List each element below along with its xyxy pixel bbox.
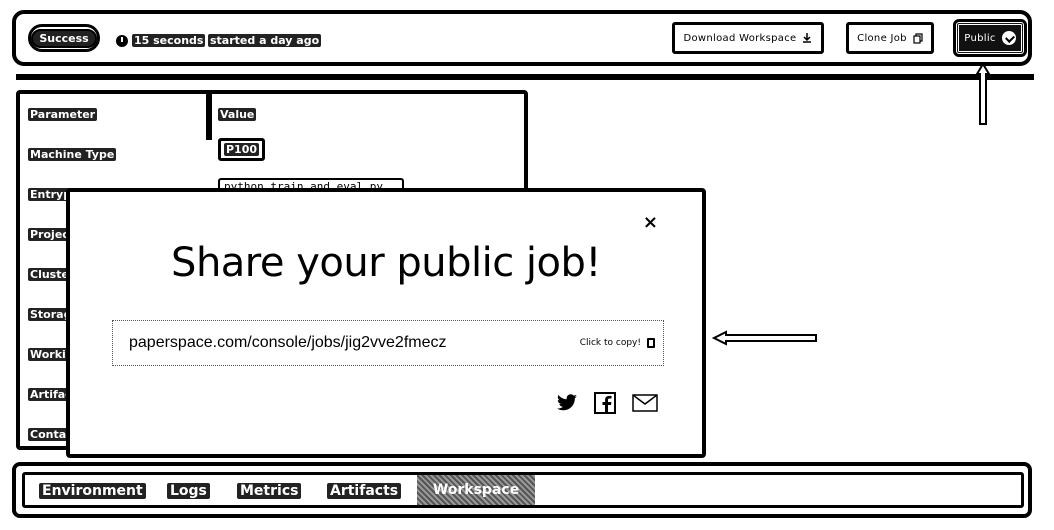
status-label: Success xyxy=(31,28,97,48)
share-url[interactable]: paperspace.com/console/jobs/jig2vve2fmec… xyxy=(113,334,580,352)
clone-job-label: Clone Job xyxy=(857,32,907,44)
tab-label: Artifacts xyxy=(327,483,402,499)
column-divider xyxy=(206,94,212,140)
annotation-arrow-up xyxy=(976,62,990,125)
started-time: started a day ago xyxy=(208,34,322,47)
duration-label: 15 seconds xyxy=(132,34,206,47)
param-label: Machine Type xyxy=(28,148,117,161)
modal-title: Share your public job! xyxy=(171,240,601,286)
share-modal: × Share your public job! paperspace.com/… xyxy=(66,188,706,458)
column-header-parameter: Parameter xyxy=(28,108,98,121)
job-tabs-bar: Environment Logs Metrics Artifacts Works… xyxy=(12,462,1032,518)
clone-icon xyxy=(913,32,923,44)
download-workspace-button[interactable]: Download Workspace xyxy=(672,22,824,54)
clipboard-icon xyxy=(647,338,655,348)
share-link-field[interactable]: paperspace.com/console/jobs/jig2vve2fmec… xyxy=(112,320,664,366)
tab-workspace[interactable]: Workspace xyxy=(417,475,535,505)
check-badge-icon xyxy=(1001,31,1016,45)
facebook-icon[interactable] xyxy=(594,392,616,414)
copy-hint-label: Click to copy! xyxy=(579,338,641,348)
tab-logs[interactable]: Logs xyxy=(167,483,210,499)
download-icon xyxy=(803,33,812,43)
annotation-arrow-left xyxy=(712,330,817,346)
close-icon[interactable]: × xyxy=(643,212,658,233)
tab-label: Metrics xyxy=(237,483,302,499)
parameter-header-text: Parameter xyxy=(28,108,98,121)
tab-metrics[interactable]: Metrics xyxy=(237,483,302,499)
copy-link-button[interactable]: Click to copy! xyxy=(580,338,655,348)
tabs-container: Environment Logs Metrics Artifacts Works… xyxy=(22,472,1024,508)
download-workspace-label: Download Workspace xyxy=(683,32,797,44)
machine-type-value: P100 xyxy=(218,138,266,161)
social-share-group xyxy=(556,392,658,414)
clock-icon xyxy=(116,34,128,47)
status-badge: Success xyxy=(28,24,100,52)
public-button[interactable]: Public xyxy=(953,19,1027,57)
param-row-machine-type: Machine Type xyxy=(28,148,117,161)
job-header-bar: Success 15 seconds started a day ago Dow… xyxy=(12,10,1032,66)
duration: 15 seconds xyxy=(116,34,206,47)
public-label: Public xyxy=(964,32,996,44)
value-header-text: Value xyxy=(218,108,257,121)
column-header-value: Value xyxy=(218,108,257,121)
tab-label: Environment xyxy=(39,483,146,499)
mail-icon[interactable] xyxy=(632,394,658,412)
started-label: started a day ago xyxy=(208,34,322,47)
clone-job-button[interactable]: Clone Job xyxy=(846,22,934,54)
divider xyxy=(16,74,1034,80)
machine-type-value-text: P100 xyxy=(224,143,260,156)
twitter-icon[interactable] xyxy=(556,394,578,412)
tab-label: Logs xyxy=(167,483,210,499)
tab-environment[interactable]: Environment xyxy=(39,483,146,499)
tab-artifacts[interactable]: Artifacts xyxy=(327,483,402,499)
